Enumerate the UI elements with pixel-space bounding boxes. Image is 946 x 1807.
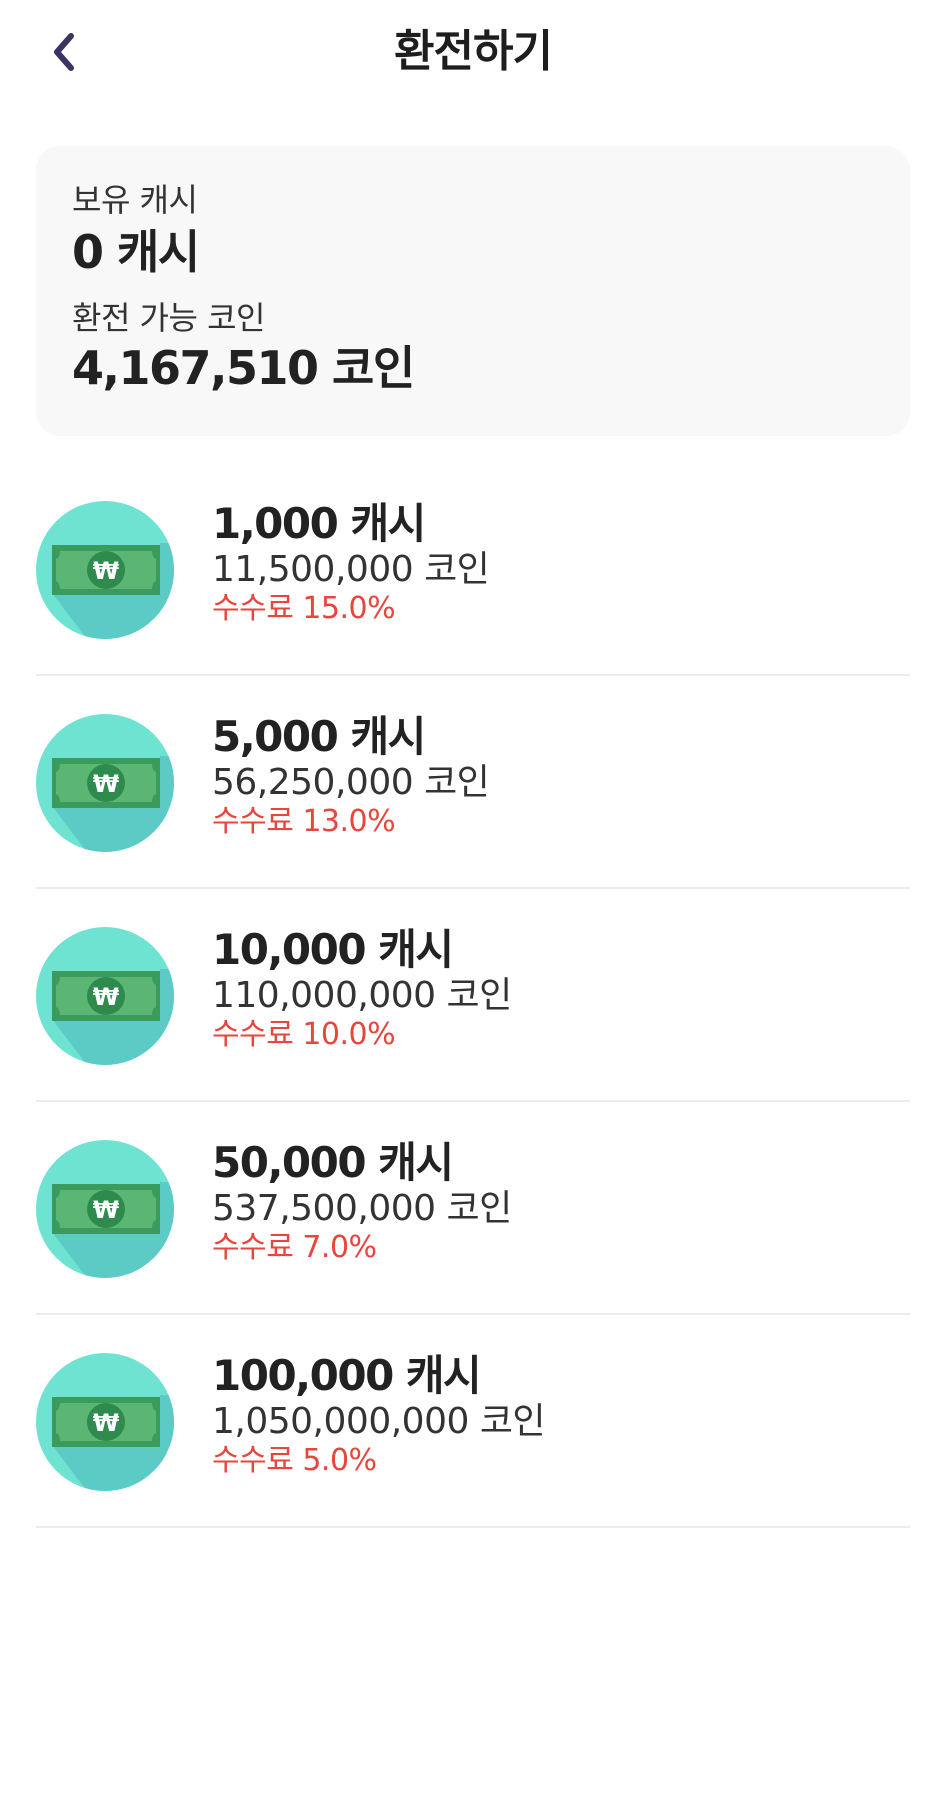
option-coin-cost: 537,500,000 코인 (212, 1188, 512, 1229)
option-cash-amount: 100,000 캐시 (212, 1351, 482, 1400)
cash-balance-value: 0 캐시 (72, 225, 200, 279)
banknote-won-icon: ₩ (36, 1140, 174, 1278)
coin-balance-value: 4,167,510 코인 (72, 341, 415, 395)
option-cash-amount: 1,000 캐시 (212, 499, 426, 548)
svg-text:₩: ₩ (93, 983, 120, 1011)
page-title: 환전하기 (394, 26, 553, 77)
svg-text:₩: ₩ (93, 557, 120, 585)
option-fee: 수수료 13.0% (212, 804, 396, 839)
option-coin-cost: 1,050,000,000 코인 (212, 1401, 546, 1442)
banknote-won-icon: ₩ (36, 714, 174, 852)
exchange-options-list: ₩ 1,000 캐시 11,500,000 코인 수수료 15.0% ₩ 5,0… (36, 463, 910, 1528)
exchange-option-10000[interactable]: ₩ 10,000 캐시 110,000,000 코인 수수료 10.0% (36, 889, 910, 1102)
svg-text:₩: ₩ (93, 1196, 120, 1224)
option-cash-amount: 10,000 캐시 (212, 925, 454, 974)
banknote-won-icon: ₩ (36, 1353, 174, 1491)
option-fee: 수수료 7.0% (212, 1230, 377, 1265)
option-cash-amount: 5,000 캐시 (212, 712, 426, 761)
option-fee: 수수료 15.0% (212, 591, 396, 626)
exchange-option-50000[interactable]: ₩ 50,000 캐시 537,500,000 코인 수수료 7.0% (36, 1102, 910, 1315)
app-header: 환전하기 (0, 0, 946, 110)
banknote-won-icon: ₩ (36, 501, 174, 639)
option-coin-cost: 11,500,000 코인 (212, 549, 490, 590)
option-coin-cost: 56,250,000 코인 (212, 762, 490, 803)
exchange-option-100000[interactable]: ₩ 100,000 캐시 1,050,000,000 코인 수수료 5.0% (36, 1315, 910, 1528)
banknote-won-icon: ₩ (36, 927, 174, 1065)
exchange-option-5000[interactable]: ₩ 5,000 캐시 56,250,000 코인 수수료 13.0% (36, 676, 910, 889)
cash-balance-label: 보유 캐시 (72, 181, 198, 219)
svg-text:₩: ₩ (93, 770, 120, 798)
option-fee: 수수료 10.0% (212, 1017, 396, 1052)
svg-text:₩: ₩ (93, 1409, 120, 1437)
exchange-option-1000[interactable]: ₩ 1,000 캐시 11,500,000 코인 수수료 15.0% (36, 463, 910, 676)
option-coin-cost: 110,000,000 코인 (212, 975, 512, 1016)
option-fee: 수수료 5.0% (212, 1443, 377, 1478)
coin-balance-label: 환전 가능 코인 (72, 299, 265, 337)
option-cash-amount: 50,000 캐시 (212, 1138, 454, 1187)
balance-card: 보유 캐시 0 캐시 환전 가능 코인 4,167,510 코인 (36, 146, 910, 436)
